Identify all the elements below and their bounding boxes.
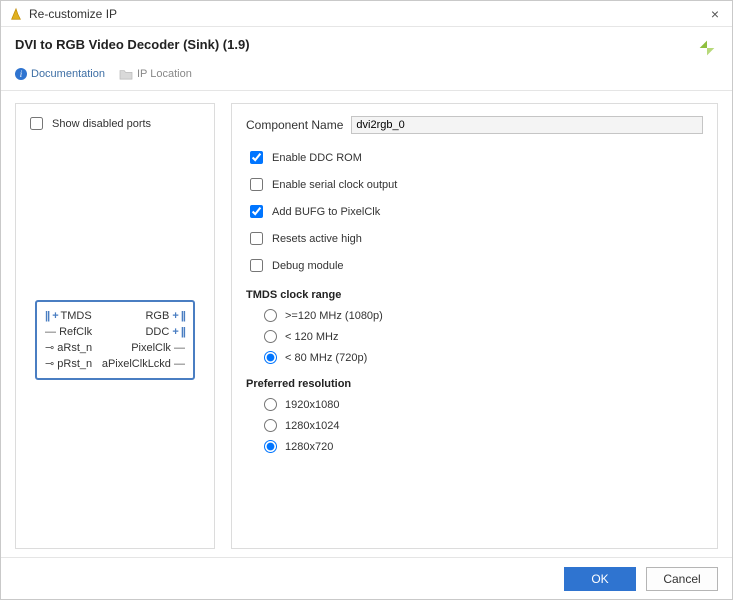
res-1920x1080-input[interactable] <box>264 398 277 411</box>
ip-symbol-box: || + TMDS RGB + || — RefClk DDC + || ⊸ a… <box>35 300 195 380</box>
tmds-range-group: >=120 MHz (1080p) < 120 MHz < 80 MHz (72… <box>246 309 703 364</box>
close-icon[interactable]: × <box>706 6 724 22</box>
enable-serial-clock-checkbox[interactable]: Enable serial clock output <box>246 175 703 194</box>
port-refclk: RefClk <box>59 326 92 338</box>
ip-location-label: IP Location <box>137 68 192 80</box>
res-1280x1024-label: 1280x1024 <box>285 420 339 432</box>
folder-icon <box>119 68 133 80</box>
wire-icon: — <box>174 342 185 354</box>
add-bufg-checkbox[interactable]: Add BUFG to PixelClk <box>246 202 703 221</box>
inv-wire-icon: ⊸ <box>45 342 54 354</box>
component-name-input[interactable] <box>351 116 703 134</box>
tmds-lt120-label: < 120 MHz <box>285 331 339 343</box>
component-name-label: Component Name <box>246 118 343 132</box>
port-row: — RefClk DDC + || <box>45 324 185 340</box>
tmds-lt80-input[interactable] <box>264 351 277 364</box>
enable-serial-clock-label: Enable serial clock output <box>272 179 397 191</box>
wire-icon: — <box>45 326 56 338</box>
show-disabled-ports-input[interactable] <box>30 117 43 130</box>
symbol-area: || + TMDS RGB + || — RefClk DDC + || ⊸ a… <box>26 141 204 538</box>
show-disabled-ports-checkbox[interactable]: Show disabled ports <box>26 114 204 133</box>
port-pixelclk: PixelClk <box>131 342 171 354</box>
preferred-resolution-header: Preferred resolution <box>246 378 703 390</box>
tmds-120plus-input[interactable] <box>264 309 277 322</box>
port-arst: aRst_n <box>57 342 92 354</box>
config-panel: Component Name Enable DDC ROM Enable ser… <box>231 103 718 549</box>
port-tmds: TMDS <box>61 310 92 322</box>
res-1280x1024-radio[interactable]: 1280x1024 <box>264 419 703 432</box>
footer: OK Cancel <box>1 557 732 599</box>
symbol-panel: Show disabled ports || + TMDS RGB + || —… <box>15 103 215 549</box>
wire-icon: — <box>174 358 185 370</box>
documentation-link[interactable]: i Documentation <box>15 68 105 80</box>
res-1280x720-input[interactable] <box>264 440 277 453</box>
res-1280x1024-input[interactable] <box>264 419 277 432</box>
add-bufg-label: Add BUFG to PixelClk <box>272 206 380 218</box>
bus-icon: || <box>181 326 185 338</box>
documentation-label: Documentation <box>31 68 105 80</box>
links-row: i Documentation IP Location <box>1 68 732 91</box>
port-apixelclklckd: aPixelClkLckd <box>102 358 171 370</box>
cancel-button[interactable]: Cancel <box>646 567 718 591</box>
res-1280x720-radio[interactable]: 1280x720 <box>264 440 703 453</box>
component-name-row: Component Name <box>246 116 703 134</box>
tmds-120plus-label: >=120 MHz (1080p) <box>285 310 383 322</box>
resets-active-high-input[interactable] <box>250 232 263 245</box>
dialog-window: Re-customize IP × DVI to RGB Video Decod… <box>0 0 733 600</box>
port-row: || + TMDS RGB + || <box>45 308 185 324</box>
enable-ddc-rom-checkbox[interactable]: Enable DDC ROM <box>246 148 703 167</box>
port-row: ⊸ aRst_n PixelClk — <box>45 340 185 356</box>
app-icon <box>9 7 23 21</box>
debug-module-input[interactable] <box>250 259 263 272</box>
tmds-lt80-label: < 80 MHz (720p) <box>285 352 367 364</box>
add-bufg-input[interactable] <box>250 205 263 218</box>
header: DVI to RGB Video Decoder (Sink) (1.9) <box>1 27 732 68</box>
tmds-120plus-radio[interactable]: >=120 MHz (1080p) <box>264 309 703 322</box>
port-ddc: DDC <box>145 326 169 338</box>
res-1280x720-label: 1280x720 <box>285 441 333 453</box>
res-1920x1080-label: 1920x1080 <box>285 399 339 411</box>
main-area: Show disabled ports || + TMDS RGB + || —… <box>1 91 732 557</box>
ip-title: DVI to RGB Video Decoder (Sink) (1.9) <box>15 37 250 52</box>
titlebar: Re-customize IP × <box>1 1 732 27</box>
info-icon: i <box>15 68 27 80</box>
tmds-lt120-input[interactable] <box>264 330 277 343</box>
bus-icon: || <box>45 310 49 322</box>
show-disabled-ports-label: Show disabled ports <box>52 118 151 130</box>
debug-module-label: Debug module <box>272 260 344 272</box>
port-row: ⊸ pRst_n aPixelClkLckd — <box>45 356 185 372</box>
vendor-logo-icon <box>696 37 718 62</box>
bus-icon: || <box>181 310 185 322</box>
ip-location-link[interactable]: IP Location <box>119 68 192 80</box>
resets-active-high-checkbox[interactable]: Resets active high <box>246 229 703 248</box>
ok-button[interactable]: OK <box>564 567 636 591</box>
res-1920x1080-radio[interactable]: 1920x1080 <box>264 398 703 411</box>
tmds-range-header: TMDS clock range <box>246 289 703 301</box>
enable-ddc-rom-input[interactable] <box>250 151 263 164</box>
window-title: Re-customize IP <box>29 7 706 21</box>
enable-ddc-rom-label: Enable DDC ROM <box>272 152 362 164</box>
tmds-lt120-radio[interactable]: < 120 MHz <box>264 330 703 343</box>
preferred-resolution-group: 1920x1080 1280x1024 1280x720 <box>246 398 703 453</box>
tmds-lt80-radio[interactable]: < 80 MHz (720p) <box>264 351 703 364</box>
inv-wire-icon: ⊸ <box>45 358 54 370</box>
debug-module-checkbox[interactable]: Debug module <box>246 256 703 275</box>
ip-symbol: || + TMDS RGB + || — RefClk DDC + || ⊸ a… <box>35 300 195 380</box>
enable-serial-clock-input[interactable] <box>250 178 263 191</box>
port-prst: pRst_n <box>57 358 92 370</box>
resets-active-high-label: Resets active high <box>272 233 362 245</box>
port-rgb: RGB <box>145 310 169 322</box>
